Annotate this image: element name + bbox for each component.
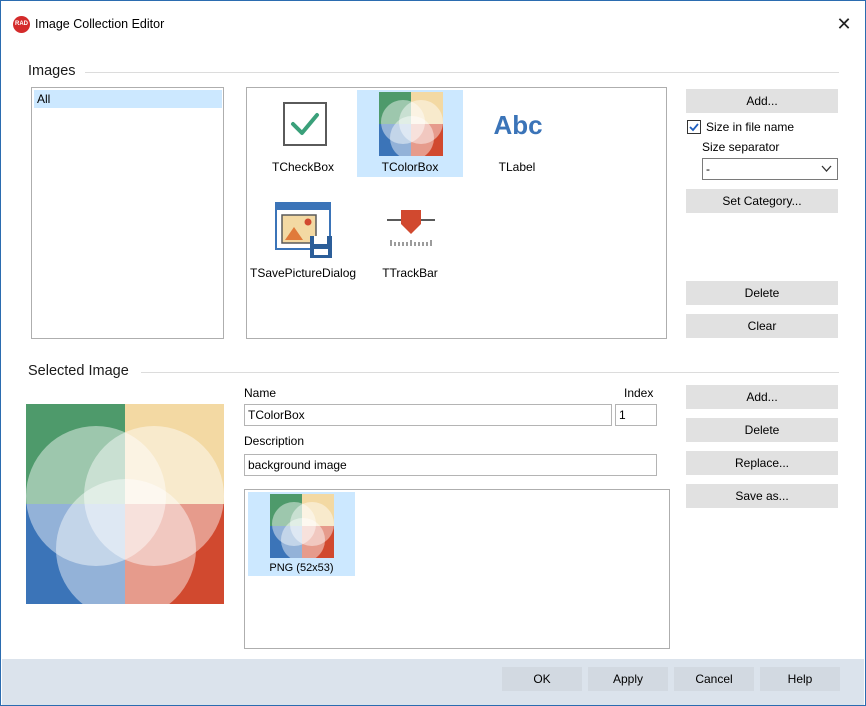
set-category-button[interactable]: Set Category... [686, 189, 838, 213]
image-item-tcolorbox[interactable]: TColorBox [357, 90, 463, 177]
description-label: Description [244, 434, 305, 448]
label-abc-icon: Abc [493, 110, 542, 140]
selected-image-preview [26, 404, 224, 604]
save-as-button[interactable]: Save as... [686, 484, 838, 508]
name-input[interactable]: TColorBox [244, 404, 612, 426]
description-input[interactable]: background image [244, 454, 657, 476]
image-item-tlabel[interactable]: Abc TLabel [464, 90, 570, 177]
image-item-label: TColorBox [381, 160, 439, 174]
category-list[interactable]: All [31, 87, 224, 339]
selected-image-group-label: Selected Image [28, 363, 129, 379]
ok-button[interactable]: OK [502, 667, 582, 691]
chevron-down-icon [821, 165, 832, 172]
trackbar-icon [387, 210, 435, 246]
image-item-ttrackbar[interactable]: TTrackBar [357, 196, 463, 283]
variant-item-png[interactable]: PNG (52x53) [248, 492, 355, 576]
image-item-tcheckbox[interactable]: TCheckBox [250, 90, 356, 177]
cancel-button[interactable]: Cancel [674, 667, 754, 691]
dialog-footer: OK Apply Cancel Help [2, 659, 864, 705]
images-add-button[interactable]: Add... [686, 89, 838, 113]
images-group-label: Images [28, 63, 76, 79]
size-separator-value: - [706, 162, 710, 176]
index-input[interactable]: 1 [615, 404, 657, 426]
image-item-label: TLabel [498, 160, 536, 174]
image-variants-list[interactable]: PNG (52x53) [244, 489, 670, 649]
checkbox-icon [283, 102, 327, 146]
checkmark-icon [689, 123, 699, 132]
image-item-label: TTrackBar [382, 266, 438, 280]
selected-add-button[interactable]: Add... [686, 385, 838, 409]
apply-button[interactable]: Apply [588, 667, 668, 691]
colorbox-icon [379, 92, 443, 156]
size-separator-label: Size separator [702, 140, 780, 154]
images-clear-button[interactable]: Clear [686, 314, 838, 338]
variant-label: PNG (52x53) [269, 562, 334, 574]
images-delete-button[interactable]: Delete [686, 281, 838, 305]
replace-button[interactable]: Replace... [686, 451, 838, 475]
image-grid[interactable]: TCheckBox TColorBox Abc TLabel TSavePict… [246, 87, 667, 339]
selected-image-group-divider [141, 372, 839, 373]
index-label: Index [624, 386, 654, 400]
help-button[interactable]: Help [760, 667, 840, 691]
images-group-divider [85, 72, 839, 73]
window-title: Image Collection Editor [35, 17, 165, 31]
png-thumbnail-icon [270, 494, 334, 558]
size-in-file-name-checkbox[interactable] [687, 120, 701, 134]
close-icon[interactable]: ✕ [827, 9, 861, 39]
label-abc-text: Abc [493, 110, 542, 140]
image-item-label: TCheckBox [271, 160, 335, 174]
selected-delete-button[interactable]: Delete [686, 418, 838, 442]
size-separator-select[interactable]: - [702, 158, 838, 180]
image-collection-editor-window: RAD Image Collection Editor ✕ Images All… [0, 0, 866, 706]
image-item-tsavepicturedialog[interactable]: TSavePictureDialog [250, 196, 356, 283]
title-bar: RAD Image Collection Editor ✕ [1, 1, 865, 47]
save-picture-icon [275, 202, 332, 258]
rad-app-icon: RAD [13, 16, 30, 33]
size-in-file-name-label: Size in file name [706, 120, 795, 134]
category-item-all[interactable]: All [34, 90, 222, 108]
image-item-label: TSavePictureDialog [250, 266, 357, 280]
name-label: Name [244, 386, 277, 400]
